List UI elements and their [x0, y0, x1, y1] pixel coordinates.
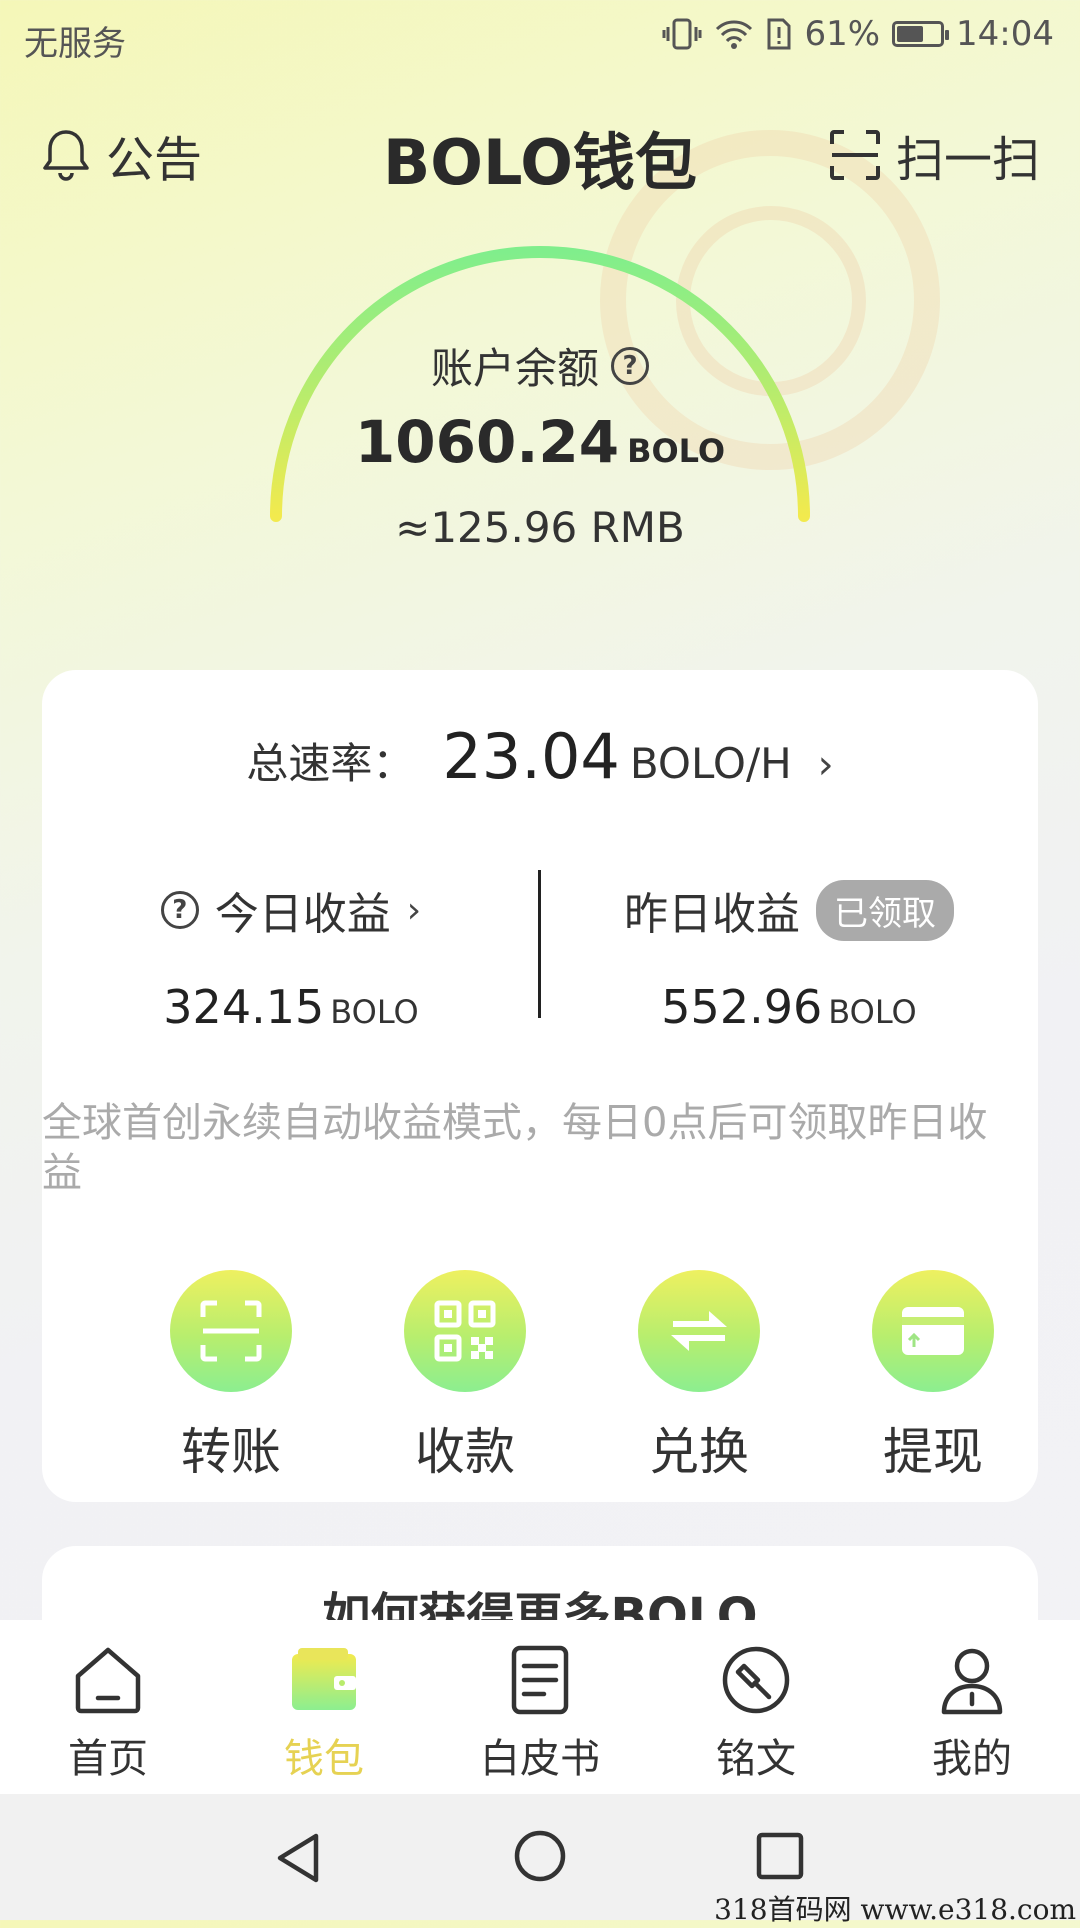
- hammer-icon: [722, 1646, 790, 1714]
- transfer-label: 转账: [181, 1423, 281, 1481]
- chevron-right-icon: ›: [817, 742, 834, 788]
- document-icon: [511, 1645, 569, 1715]
- battery-percent: 61%: [804, 14, 881, 54]
- nav-profile[interactable]: 我的: [864, 1640, 1080, 1784]
- transfer-button[interactable]: 转账: [131, 1270, 331, 1484]
- help-icon[interactable]: ?: [160, 891, 199, 929]
- watermark-text: 318首码网 www.e318.com: [714, 1893, 1076, 1926]
- home-circle-icon[interactable]: [512, 1828, 568, 1884]
- vibrate-icon: [662, 18, 702, 50]
- rate-unit: BOLO/H: [629, 739, 792, 788]
- notice-text: 全球首创永续自动收益模式，每日0点后可领取昨日收益: [42, 1100, 988, 1196]
- clock: 14:04: [956, 14, 1054, 54]
- status-bar: 无服务 61% 14:04: [0, 0, 1080, 75]
- wallet-icon: [292, 1648, 356, 1710]
- today-value: 324.15: [163, 980, 325, 1034]
- scan-button[interactable]: 扫一扫: [828, 120, 1040, 190]
- yesterday-unit: BOLO: [828, 993, 917, 1031]
- balance-amount: 1060.24 BOLO: [0, 408, 1080, 476]
- yesterday-earnings: 昨日收益 已领取 552.96 BOLO: [540, 879, 1038, 1034]
- nav-wallet-label: 钱包: [284, 1736, 364, 1782]
- nav-inscription[interactable]: 铭文: [648, 1640, 864, 1784]
- receive-label: 收款: [415, 1423, 515, 1481]
- balance-rmb: ≈125.96 RMB: [395, 503, 685, 552]
- exchange-button[interactable]: 兑换: [599, 1270, 799, 1484]
- home-icon: [75, 1647, 141, 1714]
- today-earnings[interactable]: ? 今日收益 › 324.15 BOLO: [42, 880, 540, 1034]
- recents-square-icon[interactable]: [754, 1830, 806, 1882]
- bottom-nav: 首页 钱包 白皮书 铭文 我的: [0, 1620, 1080, 1794]
- nav-home[interactable]: 首页: [0, 1640, 216, 1784]
- help-icon[interactable]: ?: [611, 346, 649, 385]
- qr-code-icon: [434, 1300, 496, 1362]
- rate-label: 总速率：: [246, 739, 415, 788]
- withdraw-label: 提现: [883, 1423, 983, 1481]
- earnings-card: 总速率： 23.04 BOLO/H › ? 今日收益 › 324.15 BOLO …: [42, 670, 1038, 1502]
- today-unit: BOLO: [330, 993, 419, 1031]
- yesterday-value: 552.96: [661, 980, 823, 1034]
- battery-icon: [892, 21, 950, 47]
- wifi-icon: [716, 20, 753, 49]
- nav-whitepaper[interactable]: 白皮书: [432, 1640, 648, 1784]
- claimed-badge[interactable]: 已领取: [816, 879, 954, 941]
- yesterday-label: 昨日收益: [624, 889, 800, 940]
- nav-inscription-label: 铭文: [716, 1736, 796, 1782]
- balance-unit: BOLO: [627, 432, 726, 470]
- balance-label: 账户余额 ?: [0, 335, 1080, 396]
- chevron-right-icon: ›: [406, 889, 422, 931]
- exchange-arrows-icon: [671, 1311, 727, 1351]
- today-label: 今日收益: [214, 889, 391, 940]
- card-withdraw-icon: [902, 1307, 964, 1355]
- carrier-text: 无服务: [24, 24, 126, 64]
- balance-value: 1060.24: [354, 408, 620, 476]
- sim-alert-icon: [767, 18, 791, 50]
- rate-value: 23.04: [442, 720, 620, 793]
- status-icons: 61% 14:04: [662, 14, 1054, 54]
- nav-home-label: 首页: [68, 1736, 148, 1782]
- nav-wallet[interactable]: 钱包: [216, 1640, 432, 1784]
- scan-icon: [829, 130, 880, 180]
- nav-profile-label: 我的: [932, 1736, 1012, 1782]
- total-rate-row[interactable]: 总速率： 23.04 BOLO/H ›: [42, 720, 1038, 793]
- scan-label: 扫一扫: [895, 132, 1040, 188]
- withdraw-button[interactable]: 提现: [833, 1270, 1033, 1484]
- user-icon: [941, 1648, 1003, 1715]
- receive-button[interactable]: 收款: [365, 1270, 565, 1484]
- nav-whitepaper-label: 白皮书: [480, 1736, 600, 1782]
- back-icon[interactable]: [272, 1830, 324, 1886]
- transfer-scan-icon: [200, 1300, 262, 1362]
- exchange-label: 兑换: [649, 1423, 749, 1481]
